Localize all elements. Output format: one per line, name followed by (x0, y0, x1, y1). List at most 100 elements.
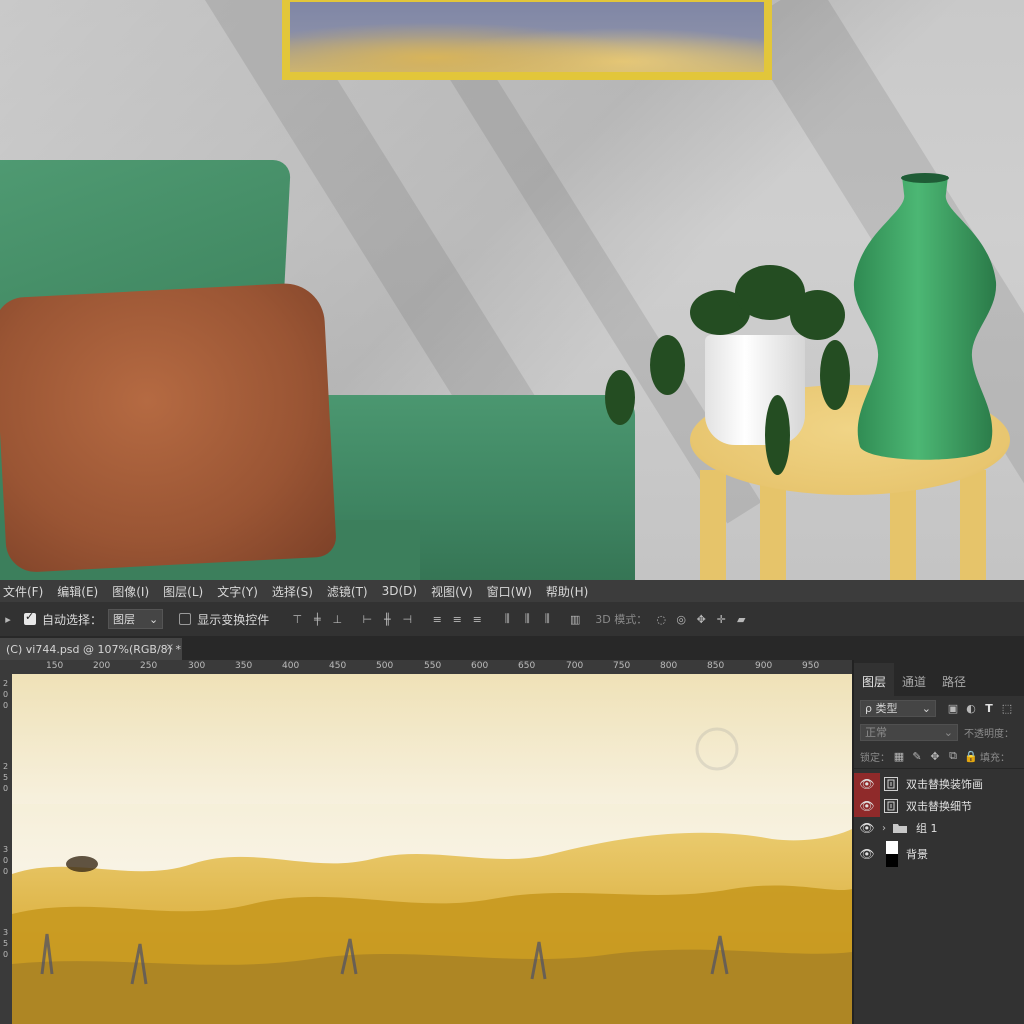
document-tab[interactable]: (C) vi744.psd @ 107%(RGB/8) * × (0, 638, 182, 660)
align-hcenter-icon[interactable]: ╫ (377, 613, 397, 626)
ruler-tick-label: 450 (329, 661, 347, 671)
lock-artboard-icon[interactable]: ⧉ (944, 749, 962, 763)
filter-type-icon[interactable]: T (980, 702, 998, 715)
ruler-tick-label: 3 (2, 845, 9, 854)
ruler-tick-label: 250 (140, 661, 158, 671)
lock-paint-icon[interactable]: ✎ (908, 750, 926, 763)
align-right-icon[interactable]: ⊣ (397, 613, 417, 626)
menu-help[interactable]: 帮助(H) (539, 583, 595, 600)
menu-select[interactable]: 选择(S) (265, 583, 320, 600)
3d-roll-icon[interactable]: ◎ (671, 613, 691, 626)
ruler-tick-label: 350 (235, 661, 253, 671)
menu-window[interactable]: 窗口(W) (480, 583, 539, 600)
ruler-tick-label: 950 (802, 661, 820, 671)
smart-object-icon (884, 799, 898, 813)
ruler-tick-label: 800 (660, 661, 678, 671)
align-left-icon[interactable]: ⊢ (357, 613, 377, 626)
menu-layer[interactable]: 图层(L) (156, 583, 210, 600)
filter-shape-icon[interactable]: ⬚ (998, 702, 1016, 715)
plant-leaves (605, 370, 635, 425)
plant-leaves (820, 340, 850, 410)
layer-filter-dropdown[interactable]: ρ 类型 ⌄ (860, 699, 936, 717)
layer-filter-row: ρ 类型 ⌄ ▣ ◐ T ⬚ (854, 696, 1024, 720)
align-vcenter-icon[interactable]: ╪ (307, 613, 327, 626)
ruler-tick-label: 500 (376, 661, 394, 671)
ruler-tick-label: 550 (424, 661, 442, 671)
3d-pan-icon[interactable]: ✥ (691, 613, 711, 626)
visibility-eye-icon[interactable]: 👁 (854, 817, 880, 839)
tab-channels[interactable]: 通道 (894, 673, 934, 696)
ruler-horizontal[interactable]: 150 200 250 300 350 400 450 500 550 600 … (0, 660, 852, 675)
ruler-tick-label: 150 (46, 661, 64, 671)
tab-paths[interactable]: 路径 (934, 673, 974, 696)
3d-orbit-icon[interactable]: ◌ (651, 613, 671, 626)
align-top-icon[interactable]: ⊤ (287, 613, 307, 626)
visibility-eye-icon[interactable]: 👁 (854, 773, 880, 795)
align-bottom-icon[interactable]: ⊥ (327, 613, 347, 626)
table-leg (960, 470, 986, 580)
3d-scale-icon[interactable]: ▰ (731, 613, 751, 626)
menu-image[interactable]: 图像(I) (105, 583, 156, 600)
chevron-right-icon[interactable]: › (882, 823, 886, 834)
filter-pixel-icon[interactable]: ▣ (944, 702, 962, 715)
layer-row-background[interactable]: 👁 背景 (854, 839, 1024, 869)
layer-row[interactable]: 👁 双击替换细节 (854, 795, 1024, 817)
table-leg (760, 480, 786, 580)
tool-preset-icon[interactable]: ▸ (2, 613, 14, 626)
menu-3d[interactable]: 3D(D) (375, 584, 424, 598)
menu-edit[interactable]: 编辑(E) (50, 583, 105, 600)
distribute-hcenter-icon[interactable]: ⫼ (517, 612, 537, 626)
ruler-tick-label: 0 (2, 784, 9, 793)
ruler-tick-label: 5 (2, 939, 9, 948)
ruler-tick-label: 0 (2, 867, 9, 876)
plant-leaves (650, 335, 685, 395)
lock-position-icon[interactable]: ✥ (926, 750, 944, 763)
gold-foil-artwork (12, 674, 852, 1024)
ruler-tick-label: 0 (2, 856, 9, 865)
distribute-right-icon[interactable]: ⫼ (537, 612, 557, 626)
auto-select-checkbox[interactable] (24, 610, 36, 625)
menu-filter[interactable]: 滤镜(T) (320, 583, 375, 600)
distribute-top-icon[interactable]: ≡ (427, 613, 447, 626)
lock-row: 锁定： ▦ ✎ ✥ ⧉ 🔒 填充： (854, 744, 1024, 768)
visibility-eye-icon[interactable]: 👁 (854, 795, 880, 817)
layer-row-group[interactable]: 👁 › 组 1 (854, 817, 1024, 839)
distribute-bottom-icon[interactable]: ≡ (467, 613, 487, 626)
ruler-tick-label: 650 (518, 661, 536, 671)
menu-view[interactable]: 视图(V) (424, 583, 480, 600)
panel-tabs: 图层 通道 路径 (854, 660, 1024, 696)
tab-layers[interactable]: 图层 (854, 663, 895, 696)
ruler-tick-label: 700 (566, 661, 584, 671)
3d-slide-icon[interactable]: ✛ (711, 613, 731, 626)
green-vase (853, 173, 997, 460)
ruler-tick-label: 750 (613, 661, 631, 671)
layer-name: 双击替换细节 (906, 800, 972, 813)
menu-file[interactable]: 文件(F) (0, 583, 50, 600)
distribute-left-icon[interactable]: ⫼ (497, 612, 517, 626)
auto-select-value: 图层 (113, 613, 136, 626)
blend-mode-dropdown[interactable]: 正常 ⌄ (860, 723, 958, 741)
painting-art (290, 2, 764, 72)
fill-label: 填充： (980, 752, 1010, 764)
distribute-vcenter-icon[interactable]: ≡ (447, 613, 467, 626)
ruler-tick-label: 2 (2, 679, 9, 688)
lock-all-icon[interactable]: 🔒 (962, 750, 980, 763)
ruler-tick-label: 0 (2, 701, 9, 710)
ruler-tick-label: 900 (755, 661, 773, 671)
document-canvas[interactable] (12, 674, 852, 1024)
document-tab-bar: (C) vi744.psd @ 107%(RGB/8) * × (0, 636, 1024, 660)
menu-type[interactable]: 文字(Y) (210, 583, 265, 600)
layer-row[interactable]: 👁 双击替换装饰画 (854, 773, 1024, 795)
ruler-tick-label: 300 (188, 661, 206, 671)
filter-adjustment-icon[interactable]: ◐ (962, 702, 980, 715)
visibility-eye-icon[interactable]: 👁 (854, 839, 880, 869)
auto-select-dropdown[interactable]: 图层 ⌄ (108, 609, 164, 629)
layers-panel: 图层 通道 路径 ρ 类型 ⌄ ▣ ◐ T ⬚ 正常 ⌄ 不透明度： 锁定： ▦… (852, 660, 1024, 1024)
ruler-tick-label: 3 (2, 928, 9, 937)
auto-align-icon[interactable]: ▥ (565, 613, 585, 626)
plant-pot (705, 335, 805, 445)
table-leg (700, 470, 726, 580)
show-transform-checkbox[interactable] (179, 613, 192, 625)
close-icon[interactable]: × (166, 642, 174, 653)
lock-transparent-icon[interactable]: ▦ (890, 750, 908, 763)
